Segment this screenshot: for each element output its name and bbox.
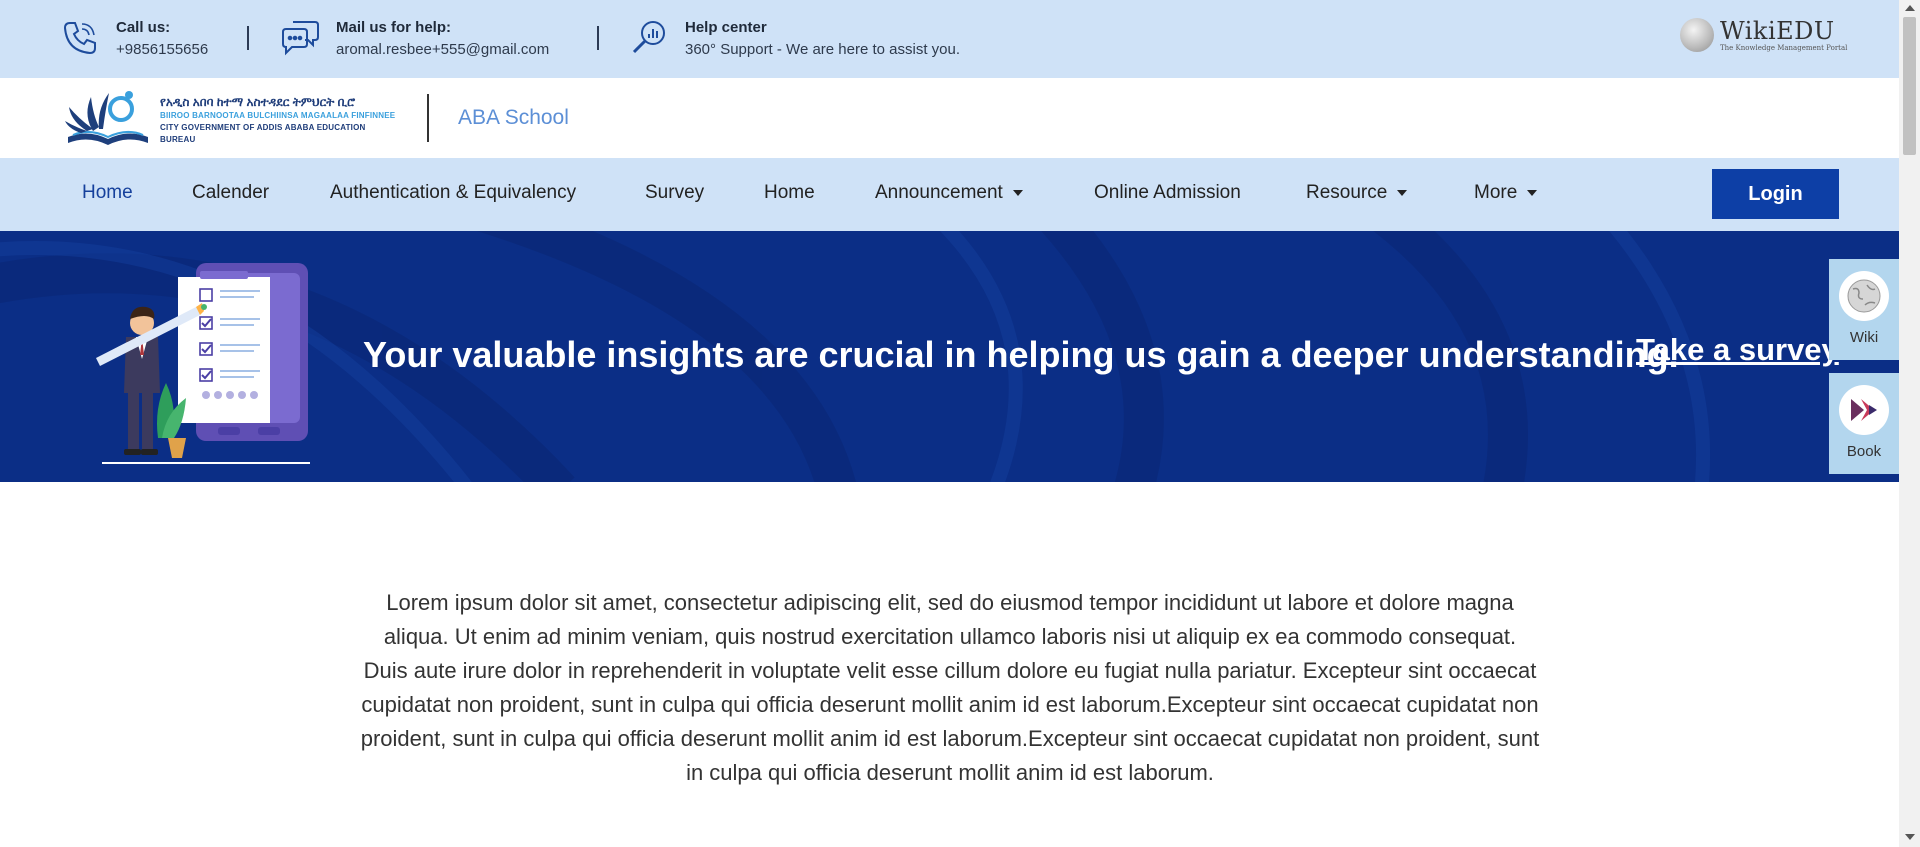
bureau-name-amharic: የአዲስ አበባ ከተማ አስተዳደር ትምህርት ቢሮ <box>160 95 356 109</box>
nav-item-survey[interactable]: Survey <box>645 182 704 204</box>
bureau-name-text: የአዲስ አበባ ከተማ አስተዳደር ትምህርት ቢሮ BIIROO BARN… <box>160 94 400 146</box>
nav-label: Online Admission <box>1094 182 1241 203</box>
bureau-name-english: CITY GOVERNMENT OF ADDIS ABABA EDUCATION… <box>160 123 366 144</box>
wikiedu-logo[interactable]: WikiEDU The Knowledge Management Portal <box>1680 18 1847 52</box>
nav-label: Authentication & Equivalency <box>330 182 577 203</box>
nav-item-home[interactable]: Home <box>82 182 133 204</box>
wiki-label: Wiki <box>1849 329 1879 346</box>
book-label: Book <box>1846 443 1882 460</box>
logo-bar: የአዲስ አበባ ከተማ አስተዳደር ትምህርት ቢሮ BIIROO BARN… <box>0 78 1899 158</box>
nav-label: Home <box>764 182 815 203</box>
nav-item-online-admission[interactable]: Online Admission <box>1094 182 1241 204</box>
scrollbar-thumb[interactable] <box>1903 17 1916 155</box>
call-title: Call us: <box>116 19 171 36</box>
globe-icon <box>1680 18 1714 52</box>
nav-label: Calender <box>192 182 270 203</box>
survey-banner: Your valuable insights are crucial in he… <box>0 231 1899 482</box>
banner-message: Your valuable insights are crucial in he… <box>363 334 1679 375</box>
book-widget[interactable]: Book <box>1829 373 1899 474</box>
nav-item-authentication[interactable]: Authentication & Equivalency <box>330 182 576 204</box>
caret-down-icon <box>1012 189 1023 196</box>
nav-label: More <box>1474 182 1518 203</box>
divider <box>427 94 429 142</box>
nav-item-home-2[interactable]: Home <box>764 182 815 204</box>
globe-icon <box>1839 271 1889 321</box>
chat-bubbles-icon <box>278 16 322 60</box>
bureau-name-oromo: BIIROO BARNOOTAA BULCHIINSA MAGAALAA FIN… <box>160 111 396 120</box>
scroll-up-arrow-icon[interactable] <box>1905 5 1915 11</box>
caret-down-icon <box>1397 189 1408 196</box>
survey-illustration <box>96 263 326 482</box>
magnifier-chart-icon <box>627 16 671 60</box>
call-info: Call us: +9856155656 <box>58 16 208 62</box>
take-survey-link[interactable]: Take a survey <box>1636 332 1839 368</box>
page-scrollbar[interactable] <box>1899 0 1920 847</box>
school-name[interactable]: ABA School <box>458 106 569 130</box>
book-logo-icon <box>1839 385 1889 435</box>
help-info: Help center 360° Support - We are here t… <box>627 16 960 62</box>
intro-paragraph: Lorem ipsum dolor sit amet, consectetur … <box>360 590 1540 785</box>
nav-item-more[interactable]: More <box>1474 182 1538 204</box>
help-title: Help center <box>685 19 767 36</box>
nav-label: Announcement <box>875 182 1003 203</box>
wikiedu-name: WikiEDU <box>1720 17 1835 45</box>
mail-info: Mail us for help: aromal.resbee+555@gmai… <box>278 16 549 62</box>
login-button[interactable]: Login <box>1712 169 1839 219</box>
education-bureau-logo[interactable] <box>63 87 153 149</box>
mail-address[interactable]: aromal.resbee+555@gmail.com <box>336 38 549 62</box>
phone-icon <box>58 16 102 60</box>
scroll-down-arrow-icon[interactable] <box>1905 834 1915 840</box>
main-nav: Home Calender Authentication & Equivalen… <box>0 158 1899 231</box>
mail-title: Mail us for help: <box>336 19 452 36</box>
nav-label: Home <box>82 182 133 203</box>
nav-item-resource[interactable]: Resource <box>1306 182 1408 204</box>
nav-item-calender[interactable]: Calender <box>192 182 269 204</box>
divider <box>247 26 249 50</box>
wiki-widget[interactable]: Wiki <box>1829 259 1899 360</box>
caret-down-icon <box>1527 189 1538 196</box>
help-subtitle: 360° Support - We are here to assist you… <box>685 41 961 58</box>
nav-item-announcement[interactable]: Announcement <box>875 182 1023 204</box>
nav-label: Survey <box>645 182 705 203</box>
top-info-bar: Call us: +9856155656 Mail us for help: a… <box>0 0 1899 78</box>
wikiedu-tagline: The Knowledge Management Portal <box>1720 44 1848 52</box>
nav-label: Resource <box>1306 182 1388 203</box>
call-number[interactable]: +9856155656 <box>116 38 208 62</box>
divider <box>597 26 599 50</box>
